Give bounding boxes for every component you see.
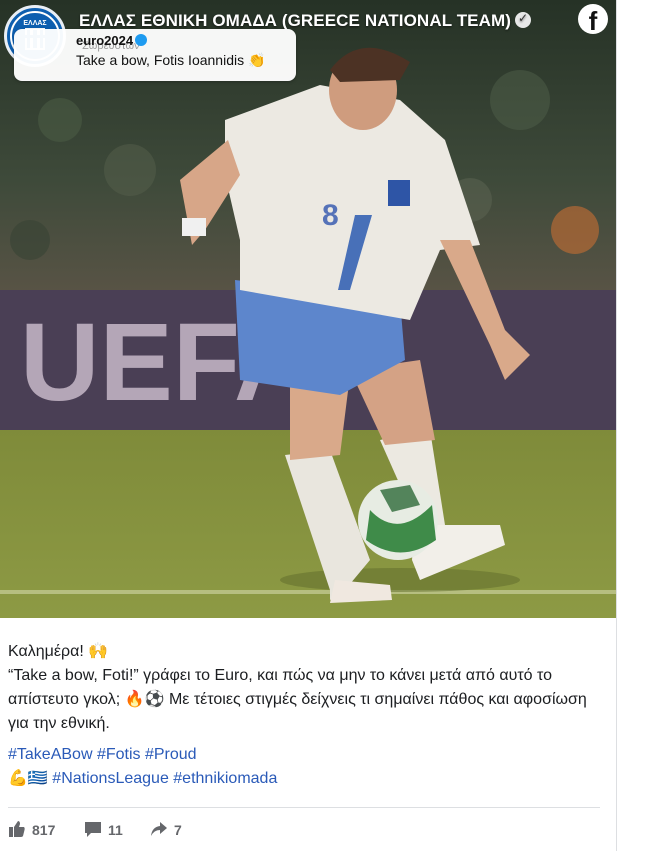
football-player-photo: UEFA 8: [0, 0, 616, 618]
embedded-story-card: Σωρεύστων euro2024 Take a bow, Fotis Ioa…: [14, 29, 296, 81]
share-icon: [151, 822, 167, 836]
share-button[interactable]: 7: [150, 820, 182, 838]
post-greeting: Καλημέρα! 🙌: [8, 643, 109, 660]
page-name-text[interactable]: ΕΛΛΑΣ ΕΘΝΙΚΗ ΟΜΑΔΑ (GREECE NATIONAL TEAM…: [79, 11, 511, 30]
post-body: Καλημέρα! 🙌 “Take a bow, Foti!” γράφει τ…: [8, 640, 604, 736]
clap-icon: 👏: [248, 52, 266, 68]
svg-text:ΕΛΛΑΣ: ΕΛΛΑΣ: [23, 20, 46, 27]
page-name[interactable]: ΕΛΛΑΣ ΕΘΝΙΚΗ ΟΜΑΔΑ (GREECE NATIONAL TEAM…: [79, 11, 532, 31]
comment-icon: [85, 822, 101, 837]
verified-icon: [515, 11, 532, 28]
post-hashtags: #TakeABow #Fotis #Proud 💪🇬🇷 #NationsLeag…: [8, 743, 277, 791]
story-verified-icon: [135, 34, 148, 46]
hashtag-line-2: 💪🇬🇷 #NationsLeague #ethnikiomada: [8, 767, 277, 791]
story-caption-text: Take a bow, Fotis Ioannidis: [76, 52, 245, 68]
flex-flag-icon: 💪🇬🇷: [8, 770, 48, 787]
facebook-post: UEFA 8 ΕΛΛΑΣ ΕΛΛΑΣ ΕΘΝΙΚΗ ΟΜΑΔΑ (GREECE …: [0, 0, 617, 851]
story-username: euro2024: [76, 33, 148, 48]
thumbs-up-icon: [9, 821, 25, 837]
post-photo[interactable]: UEFA 8 ΕΛΛΑΣ ΕΛΛΑΣ ΕΘΝΙΚΗ ΟΜΑΔΑ (GREECE …: [0, 0, 616, 618]
facebook-logo-letter: f: [588, 6, 598, 36]
like-button[interactable]: 817: [8, 820, 55, 838]
shares-count: 7: [174, 822, 182, 838]
comments-count: 11: [108, 822, 123, 838]
likes-count: 817: [32, 822, 56, 838]
story-caption: Take a bow, Fotis Ioannidis 👏: [76, 52, 265, 69]
comment-button[interactable]: 11: [84, 820, 123, 838]
facebook-icon[interactable]: f: [578, 4, 608, 36]
divider: [8, 807, 600, 808]
story-username-text: euro2024: [76, 33, 134, 48]
hashtag-line-2-text[interactable]: #NationsLeague #ethnikiomada: [52, 770, 277, 787]
post-message: “Take a bow, Foti!” γράφει το Euro, και …: [8, 667, 587, 732]
jersey-number: 8: [322, 199, 339, 232]
hashtag-line-1[interactable]: #TakeABow #Fotis #Proud: [8, 743, 277, 767]
